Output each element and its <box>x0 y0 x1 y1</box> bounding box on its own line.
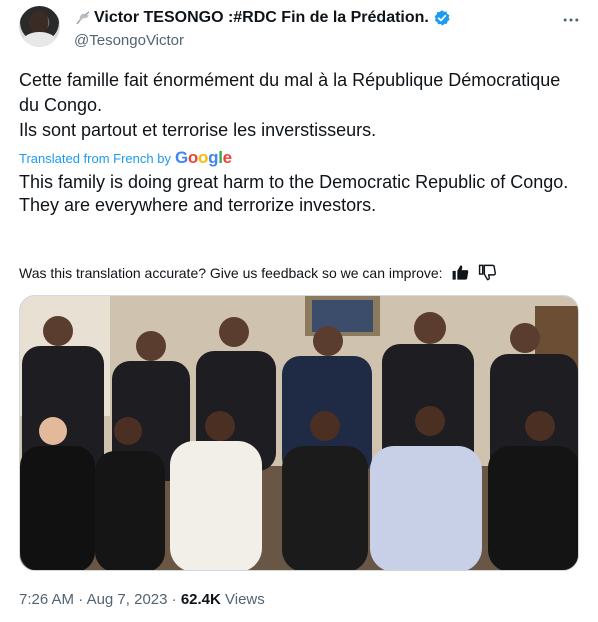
views-label: Views <box>225 591 265 608</box>
tweet-text: Cette famille fait énormément du mal à l… <box>19 68 579 143</box>
author-name-row[interactable]: Victor TESONGO :#RDC Fin de la Prédation… <box>74 9 451 27</box>
meta-separator: · <box>74 591 87 608</box>
more-icon[interactable] <box>561 10 581 30</box>
thumbs-down-icon[interactable] <box>478 263 497 282</box>
google-logo: Google <box>174 148 232 167</box>
tweet-date[interactable]: Aug 7, 2023 <box>87 591 168 608</box>
translation-feedback: Was this translation accurate? Give us f… <box>19 263 497 282</box>
author-handle[interactable]: @TesongoVictor <box>74 32 184 49</box>
translated-label[interactable]: Translated from French by <box>19 151 171 166</box>
thumbs-up-icon[interactable] <box>451 263 470 282</box>
translated-by-link[interactable]: Translated from French by Google <box>19 148 232 168</box>
tweet-time[interactable]: 7:26 AM <box>19 591 74 608</box>
feedback-prompt: Was this translation accurate? Give us f… <box>19 264 443 281</box>
tweet-photo[interactable] <box>19 295 579 571</box>
meta-separator: · <box>167 591 181 608</box>
author-display-name[interactable]: Victor TESONGO :#RDC Fin de la Prédation… <box>94 9 429 27</box>
leaf-icon <box>76 11 90 25</box>
tweet-meta: 7:26 AM · Aug 7, 2023 · 62.4K Views <box>19 591 265 608</box>
translation-line: This family is doing great harm to the D… <box>19 172 569 192</box>
views-count: 62.4K <box>180 591 221 608</box>
tweet-header: Victor TESONGO :#RDC Fin de la Prédation… <box>19 6 585 56</box>
translation-line: They are everywhere and terrorize invest… <box>19 195 377 215</box>
tweet-line: Cette famille fait énormément du mal à l… <box>19 70 561 115</box>
translation-text: This family is doing great harm to the D… <box>19 171 579 217</box>
verified-badge-icon <box>434 10 450 26</box>
tweet-line: Ils sont partout et terrorise les invers… <box>19 120 377 140</box>
avatar[interactable] <box>19 6 60 47</box>
group-photo-image <box>20 296 578 570</box>
